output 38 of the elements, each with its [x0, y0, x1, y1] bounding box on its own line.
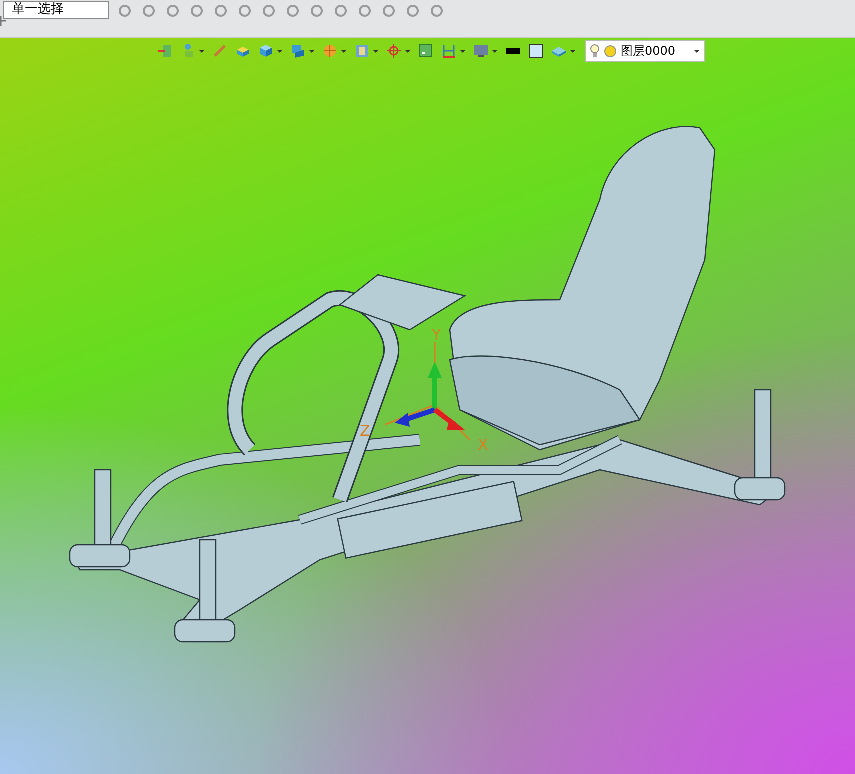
tool-icon[interactable] [309, 3, 325, 19]
cube-icon[interactable] [258, 43, 274, 59]
tool-icon[interactable] [429, 3, 445, 19]
tool-icon[interactable] [213, 3, 229, 19]
tool-icon[interactable] [141, 3, 157, 19]
tool-icon[interactable] [333, 3, 349, 19]
dropdown-arrow-icon[interactable] [492, 50, 498, 52]
circle-icon [604, 44, 617, 58]
tool-icon[interactable] [357, 3, 373, 19]
dropdown-arrow-icon[interactable] [405, 50, 411, 52]
dropdown-arrow-icon[interactable] [277, 50, 283, 52]
selection-filter-dropdown[interactable]: 单一选择 [3, 1, 109, 19]
tool-icon[interactable] [237, 3, 253, 19]
tool-icon[interactable] [405, 3, 421, 19]
layer-dropdown[interactable]: 图层0000 [585, 40, 705, 62]
tool-icon[interactable] [117, 3, 133, 19]
y-axis-label: Y [432, 326, 442, 344]
z-axis-label: Z [360, 422, 370, 440]
tool-icon[interactable] [261, 3, 277, 19]
layer-name: 图层0000 [621, 42, 677, 60]
dropdown-arrow-icon[interactable] [694, 50, 700, 52]
square-icon[interactable] [418, 43, 434, 59]
monitor-icon[interactable] [473, 43, 489, 59]
tool-icon[interactable] [165, 3, 181, 19]
dropdown-arrow-icon[interactable] [570, 50, 576, 52]
dropdown-arrow-icon[interactable] [341, 50, 347, 52]
exit-icon[interactable] [157, 43, 173, 59]
x-axis-label: X [478, 436, 488, 454]
tool-icon[interactable] [381, 3, 397, 19]
tool-icon[interactable] [285, 3, 301, 19]
lightbulb-icon [590, 44, 600, 58]
brush-icon[interactable] [212, 43, 228, 59]
square-icon[interactable] [528, 43, 544, 59]
tool-icon[interactable] [189, 3, 205, 19]
dropdown-arrow-icon[interactable] [309, 50, 315, 52]
dropdown-arrow-icon[interactable] [373, 50, 379, 52]
dropdown-arrow-icon[interactable] [460, 50, 466, 52]
dropdown-arrow-icon[interactable] [199, 50, 205, 52]
